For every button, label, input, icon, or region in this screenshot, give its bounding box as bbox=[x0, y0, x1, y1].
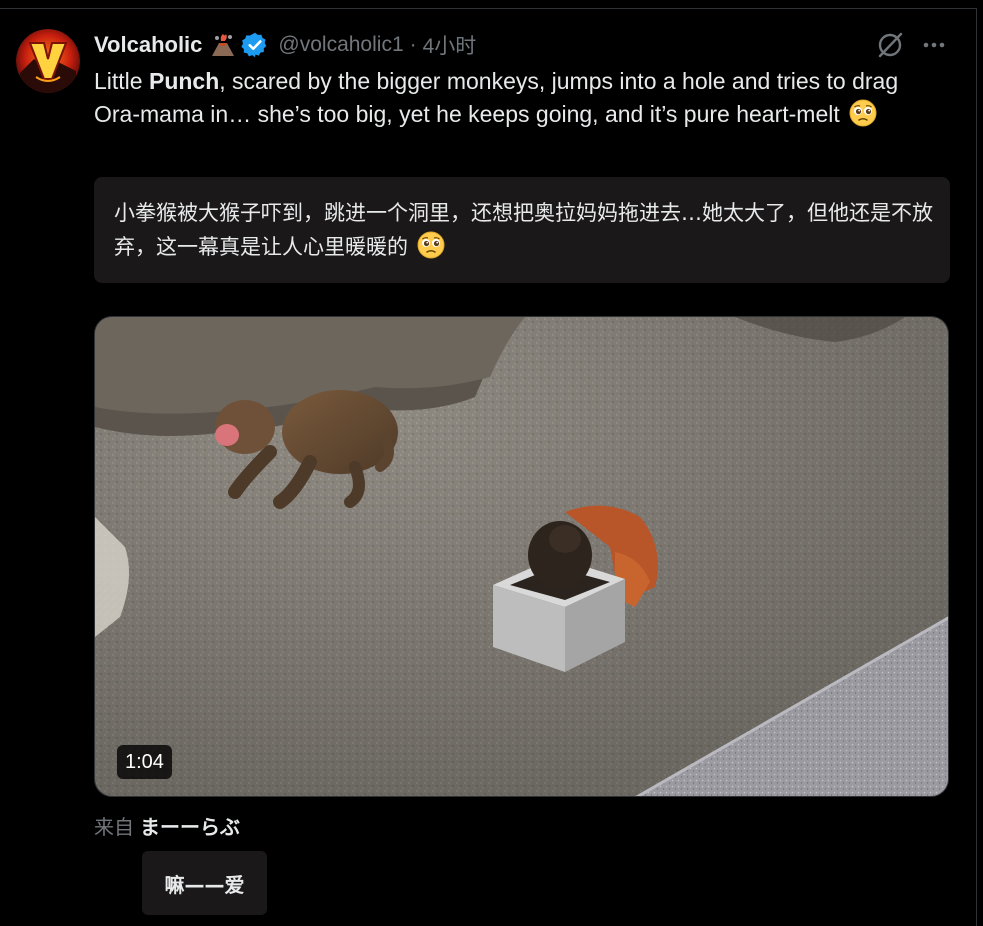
video-player[interactable]: 1:04 bbox=[94, 316, 949, 797]
user-handle[interactable]: @volcaholic1 bbox=[278, 33, 403, 57]
avatar[interactable] bbox=[16, 29, 80, 93]
volcano-emoji-icon bbox=[210, 32, 236, 58]
pleading-face-emoji-icon bbox=[416, 230, 446, 260]
video-duration: 1:04 bbox=[117, 745, 172, 779]
volcano-logo-avatar-icon bbox=[16, 29, 80, 93]
reply-chip-label: 嘛——爱 bbox=[164, 872, 245, 897]
translation-text: 小拳猴被大猴子吓到，跳进一个洞里，还想把奥拉妈妈拖进去…她太大了，但他还是不放弃… bbox=[114, 197, 934, 264]
reply-chip[interactable]: 嘛——爱 bbox=[142, 851, 267, 915]
translation-text-content: 小拳猴被大猴子吓到，跳进一个洞里，还想把奥拉妈妈拖进去…她太大了，但他还是不放弃… bbox=[114, 201, 933, 259]
header-separator: · bbox=[409, 33, 417, 56]
right-divider bbox=[976, 8, 977, 926]
post-text: Little Punch, scared by the bigger monke… bbox=[94, 65, 944, 131]
more-icon[interactable] bbox=[920, 31, 948, 59]
display-name[interactable]: Volcaholic bbox=[94, 32, 202, 58]
post-header: Volcaholic @volcaholic1 · 4小时 bbox=[94, 29, 476, 61]
source-name[interactable]: まーーらぶ bbox=[140, 817, 240, 839]
source-label: 来自 bbox=[94, 817, 134, 839]
top-divider bbox=[0, 8, 976, 9]
translation-card: 小拳猴被大猴子吓到，跳进一个洞里，还想把奥拉妈妈拖进去…她太大了，但他还是不放弃… bbox=[94, 177, 950, 283]
source-attribution: 来自 まーーらぶ bbox=[94, 811, 240, 840]
post-text-bold: Punch bbox=[148, 68, 220, 94]
video-frame bbox=[95, 317, 948, 796]
post-text-part: Little bbox=[94, 68, 149, 94]
post-time[interactable]: 4小时 bbox=[423, 30, 477, 60]
pleading-face-emoji-icon bbox=[848, 98, 878, 128]
grok-icon[interactable] bbox=[876, 31, 904, 59]
verified-badge-icon[interactable] bbox=[241, 31, 269, 59]
post-page: Volcaholic @volcaholic1 · 4小时 Little Pun… bbox=[0, 0, 983, 926]
